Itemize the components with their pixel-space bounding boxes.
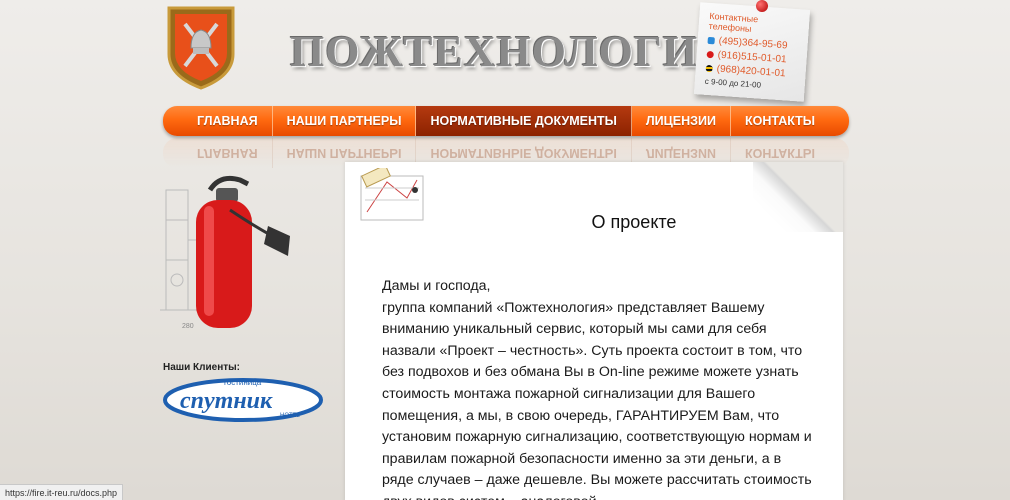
pin-icon [756,0,768,12]
nav-item-partners[interactable]: НАШИ ПАРТНЕРЫ [273,106,417,136]
phone-number[interactable]: (495)364-95-69 [718,36,788,52]
client-logo-top-text: гостиница [224,378,262,387]
phone-number[interactable]: (968)420-01-01 [716,64,786,80]
nav-item-contacts[interactable]: КОНТАКТЫ [731,106,829,136]
contact-note: Контактные телефоны (495)364-95-69 (916)… [693,2,811,102]
operator-icon [707,36,715,45]
page: ПОЖТЕХНОЛОГИЯ Контактные телефоны (495)3… [0,0,1010,500]
contacts-title: Контактные телефоны [708,10,759,34]
clients-label: Наши Клиенты: [163,362,241,373]
article-text: Дамы и господа, группа компаний «Пожтехн… [382,278,812,500]
content-panel: О проекте Дамы и господа, группа компани… [345,162,843,500]
logo-shield-icon[interactable] [165,4,237,90]
operator-icon [706,50,714,59]
drawing-label: 280 [182,323,194,330]
site-title: ПОЖТЕХНОЛОГИЯ [290,27,731,76]
client-logo-bottom-text: HOTEL [280,413,301,419]
phone-number[interactable]: (916)515-01-01 [717,50,787,66]
nav-item-licenses[interactable]: ЛИЦЕНЗИИ [632,106,731,136]
main-nav: ГЛАВНАЯ НАШИ ПАРТНЕРЫ НОРМАТИВНЫЕ ДОКУМЕ… [163,106,849,136]
fire-extinguisher-icon: 280 [160,175,290,330]
client-logo-main-text: спутник [180,388,273,414]
nav-item-documents[interactable]: НОРМАТИВНЫЕ ДОКУМЕНТЫ [416,106,632,136]
nav-item-home[interactable]: ГЛАВНАЯ [183,106,273,136]
status-bar-url: https://fire.it-reu.ru/docs.php [0,484,124,500]
nav-reflection-item: ГЛАВНАЯ [182,138,273,168]
client-logo-sputnik[interactable]: гостиница спутник HOTEL [162,374,324,424]
operator-icon [705,64,713,73]
page-title: О проекте [591,212,677,232]
